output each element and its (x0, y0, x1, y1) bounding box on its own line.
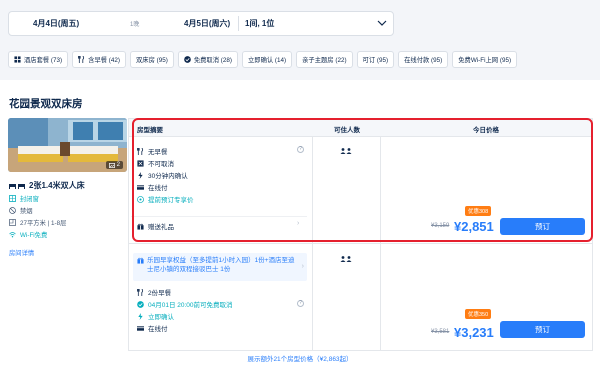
filter-bar: 酒店套餐 (73) 含早餐 (42) 双床房 (95) 免费取消 (28) 立即… (8, 51, 518, 68)
feature-label: 封闭窗 (20, 196, 39, 203)
divider (238, 16, 239, 31)
fork-knife-icon (78, 56, 85, 63)
bed-icon (9, 184, 25, 189)
original-price: ¥3,581 (431, 329, 450, 335)
filter-breakfast[interactable]: 含早餐 (42) (72, 51, 126, 68)
price: ¥3,231 (454, 325, 494, 340)
wifi-icon (9, 232, 16, 238)
inclusion-item: 2份早餐 (137, 287, 171, 297)
inclusion-item: 立即确认 (137, 311, 174, 321)
feature-no-smoking: 禁烟 (9, 206, 33, 215)
filter-label: 亲子主题房 (22) (302, 57, 347, 64)
area-icon (9, 219, 16, 226)
filter-label: 双床房 (95) (135, 57, 168, 64)
feature-closed-window: 封闭窗 (9, 194, 39, 203)
room-title: 花园景观双床房 (9, 98, 83, 110)
checkin-date[interactable]: 4月4日(周五) (33, 18, 79, 29)
filter-label: 免费取消 (28) (193, 57, 232, 64)
search-bar: 4月4日(周五) 1晚 4月5日(周六) 1间, 1位 (0, 0, 600, 42)
filter-hotel-package[interactable]: 酒店套餐 (73) (8, 51, 69, 68)
photo-count: 2 (116, 162, 120, 168)
discount-badge: 优惠350 (465, 309, 492, 319)
filter-label: 可订 (95) (362, 57, 389, 64)
chevron-right-icon: › (301, 263, 304, 270)
bed-label: 2张1.4米双人床 (29, 181, 85, 190)
package-label: 乐园早享权益（至多提前1小时入园）1份+酒店至迪士尼小镇的双程接驳巴士 1份 (147, 257, 295, 273)
book-button[interactable]: 预订 (500, 321, 585, 338)
selected-rate-highlight (132, 118, 593, 242)
gift-icon (137, 257, 144, 264)
room-detail-link[interactable]: 房间详情 (9, 248, 34, 257)
filter-free-cancel[interactable]: 免费取消 (28) (177, 51, 238, 68)
show-more-rates-link[interactable]: 展示额外21个房型价格（¥2,863起） (0, 353, 600, 363)
no-smoking-icon (9, 207, 16, 214)
room-guest-count[interactable]: 1间, 1位 (245, 18, 274, 29)
filter-label: 立即确认 (14) (247, 57, 287, 64)
filter-label: 酒店套餐 (73) (24, 57, 63, 64)
feature-area-floor: 27平方米 | 1-8层 (9, 218, 66, 227)
divider (129, 243, 592, 244)
chevron-down-icon[interactable] (377, 19, 387, 27)
feature-wifi: Wi-Fi免费 (9, 230, 47, 239)
help-icon[interactable]: ? (297, 300, 304, 307)
two-person-icon (340, 256, 352, 262)
inclusion-label: 在线付 (148, 326, 168, 333)
fork-knife-icon (137, 288, 144, 296)
filter-label: 含早餐 (42) (88, 57, 120, 64)
check-circle-icon (137, 300, 144, 308)
card-icon (137, 325, 144, 331)
inclusion-label: 立即确认 (148, 314, 174, 321)
room-section: 花园景观双床房 2 2张1.4米双人床 封闭窗 禁烟 27平方米 | 1-8层 … (0, 80, 600, 367)
feature-label: 禁烟 (20, 208, 33, 215)
inclusion-item: 在线付 (137, 323, 168, 333)
filter-label: 免费Wi-Fi上网 (95) (458, 57, 512, 64)
filter-twin-room[interactable]: 双床房 (95) (129, 51, 174, 68)
inclusion-label: 04月01日 20:00前可免费取消 (148, 302, 233, 309)
image-icon (108, 162, 115, 168)
bed-info: 2张1.4米双人床 (9, 180, 85, 191)
filter-instant-confirm[interactable]: 立即确认 (14) (241, 51, 293, 68)
checkout-date[interactable]: 4月5日(周六) (184, 18, 230, 29)
check-circle-icon (184, 56, 191, 63)
photo-count-badge[interactable]: 2 (105, 161, 123, 169)
filter-available[interactable]: 可订 (95) (356, 51, 395, 68)
filter-label: 在线付款 (95) (404, 57, 443, 64)
feature-label: Wi-Fi免费 (20, 232, 48, 239)
hotel-package-icon (14, 56, 21, 63)
inclusion-label: 2份早餐 (148, 290, 172, 297)
feature-label: 27平方米 | 1-8层 (20, 220, 67, 227)
inclusion-item: 04月01日 20:00前可免费取消 (137, 299, 233, 309)
filter-free-wifi[interactable]: 免费Wi-Fi上网 (95) (452, 51, 518, 68)
package-benefit[interactable]: 乐园早享权益（至多提前1小时入园）1份+酒店至迪士尼小镇的双程接驳巴士 1份 › (133, 253, 307, 281)
filter-online-pay[interactable]: 在线付款 (95) (398, 51, 449, 68)
date-guest-selector[interactable]: 4月4日(周五) 1晚 4月5日(周六) 1间, 1位 (8, 11, 394, 36)
window-icon (9, 195, 16, 202)
nights-count: 1晚 (130, 22, 140, 28)
room-photo[interactable]: 2 (8, 118, 127, 172)
filter-family-room[interactable]: 亲子主题房 (22) (296, 51, 353, 68)
lightning-icon (138, 312, 143, 320)
